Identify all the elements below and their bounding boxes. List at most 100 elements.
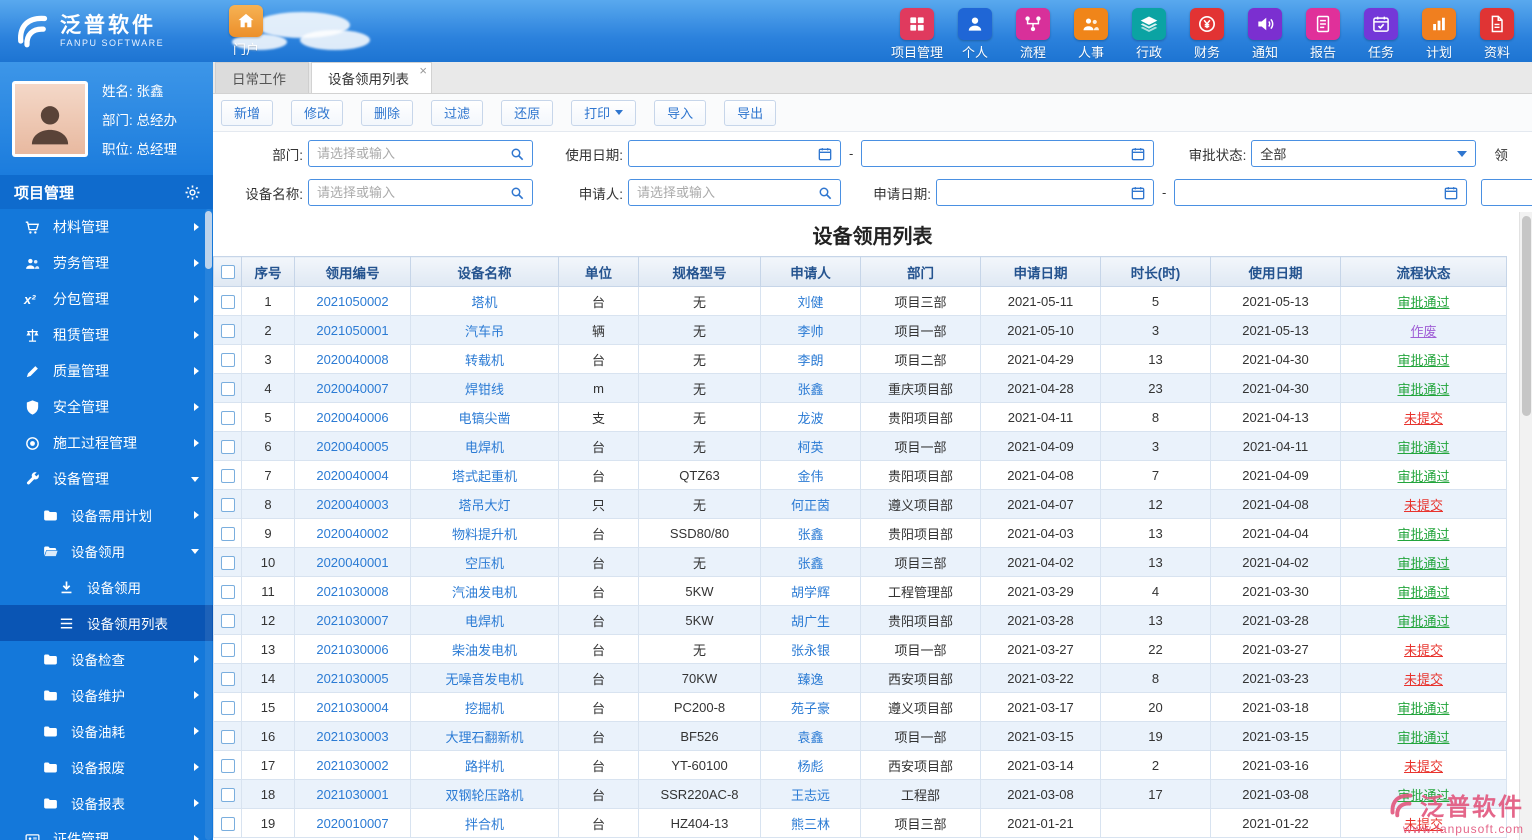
link-applicant[interactable]: 张鑫 xyxy=(797,382,823,397)
applicant-input[interactable] xyxy=(628,179,841,206)
status-badge[interactable]: 审批通过 xyxy=(1397,788,1449,803)
status-badge[interactable]: 未提交 xyxy=(1404,672,1443,687)
status-badge[interactable]: 审批通过 xyxy=(1397,295,1449,310)
portal-nav[interactable]: 门户 xyxy=(223,4,269,58)
link-applicant[interactable]: 熊三林 xyxy=(791,817,830,832)
row-checkbox[interactable] xyxy=(220,410,235,425)
sidebar-item-equip-maint[interactable]: 设备维护 xyxy=(0,677,213,713)
status-badge[interactable]: 审批通过 xyxy=(1397,556,1449,571)
row-checkbox[interactable] xyxy=(220,700,235,715)
select-all-checkbox[interactable] xyxy=(220,265,235,280)
link-applicant[interactable]: 柯英 xyxy=(797,440,823,455)
use-date-end-input[interactable] xyxy=(861,140,1155,167)
sidebar-item-quality[interactable]: 质量管理 xyxy=(0,353,213,389)
link-code[interactable]: 2020040008 xyxy=(316,352,388,367)
status-badge[interactable]: 审批通过 xyxy=(1397,353,1449,368)
link-name[interactable]: 电焊机 xyxy=(465,614,504,629)
link-applicant[interactable]: 张永银 xyxy=(791,643,830,658)
link-applicant[interactable]: 何正茵 xyxy=(791,498,830,513)
link-name[interactable]: 大理石翻新机 xyxy=(445,730,523,745)
status-badge[interactable]: 未提交 xyxy=(1404,411,1443,426)
top-nav-notice[interactable]: 通知 xyxy=(1236,7,1294,61)
row-checkbox[interactable] xyxy=(220,497,235,512)
close-icon[interactable]: × xyxy=(419,64,427,77)
top-nav-hr[interactable]: 人事 xyxy=(1062,7,1120,61)
dept-input[interactable] xyxy=(308,140,533,167)
search-icon[interactable] xyxy=(509,146,525,162)
link-applicant[interactable]: 金伟 xyxy=(797,469,823,484)
sidebar-item-equip-scrap[interactable]: 设备报废 xyxy=(0,749,213,785)
sidebar-item-equip-report[interactable]: 设备报表 xyxy=(0,785,213,821)
vertical-scrollbar[interactable] xyxy=(1519,212,1532,840)
sidebar-item-equip-use-list[interactable]: 设备领用列表 xyxy=(0,605,213,641)
row-checkbox[interactable] xyxy=(220,381,235,396)
link-applicant[interactable]: 张鑫 xyxy=(797,527,823,542)
sidebar-item-equip-fuel[interactable]: 设备油耗 xyxy=(0,713,213,749)
sidebar-item-equip-plan[interactable]: 设备需用计划 xyxy=(0,497,213,533)
top-nav-finance[interactable]: 财务 xyxy=(1178,7,1236,61)
link-applicant[interactable]: 胡广生 xyxy=(791,614,830,629)
link-code[interactable]: 2021030003 xyxy=(316,729,388,744)
device-name-field[interactable] xyxy=(309,180,509,205)
status-badge[interactable]: 审批通过 xyxy=(1397,614,1449,629)
link-code[interactable]: 2021030005 xyxy=(316,671,388,686)
link-code[interactable]: 2021030006 xyxy=(316,642,388,657)
link-name[interactable]: 挖掘机 xyxy=(465,701,504,716)
toolbar-button-新增[interactable]: 新增 xyxy=(221,99,274,126)
toolbar-button-还原[interactable]: 还原 xyxy=(501,99,554,126)
toolbar-button-修改[interactable]: 修改 xyxy=(291,99,344,126)
link-name[interactable]: 塔式起重机 xyxy=(452,469,517,484)
link-name[interactable]: 路拌机 xyxy=(465,759,504,774)
row-checkbox[interactable] xyxy=(220,758,235,773)
link-name[interactable]: 塔机 xyxy=(471,295,497,310)
row-checkbox[interactable] xyxy=(220,584,235,599)
row-checkbox[interactable] xyxy=(220,526,235,541)
row-checkbox[interactable] xyxy=(220,294,235,309)
toolbar-button-打印[interactable]: 打印 xyxy=(571,99,637,126)
sidebar-item-certificate[interactable]: 证件管理 xyxy=(0,821,213,840)
scroll-thumb[interactable] xyxy=(1522,216,1531,416)
link-code[interactable]: 2020040006 xyxy=(316,410,388,425)
apply-date-end-input[interactable] xyxy=(1174,179,1468,206)
sidebar-item-equip-use-entry[interactable]: 设备领用 xyxy=(0,569,213,605)
link-name[interactable]: 电镐尖凿 xyxy=(458,411,510,426)
top-nav-docs[interactable]: 资料 xyxy=(1468,7,1526,61)
status-badge[interactable]: 作废 xyxy=(1410,324,1436,339)
link-code[interactable]: 2020040003 xyxy=(316,497,388,512)
device-name-input[interactable] xyxy=(308,179,533,206)
use-date-end-field[interactable] xyxy=(862,141,1131,166)
toolbar-button-过滤[interactable]: 过滤 xyxy=(431,99,484,126)
tab-日常工作[interactable]: 日常工作 xyxy=(215,62,309,93)
link-applicant[interactable]: 张鑫 xyxy=(797,556,823,571)
status-badge[interactable]: 审批通过 xyxy=(1397,701,1449,716)
link-code[interactable]: 2020040005 xyxy=(316,439,388,454)
row-checkbox[interactable] xyxy=(220,613,235,628)
calendar-icon[interactable] xyxy=(1130,185,1146,201)
sidebar-scrollbar[interactable] xyxy=(205,209,212,840)
link-name[interactable]: 塔吊大灯 xyxy=(458,498,510,513)
sidebar-item-subcontract[interactable]: x² 分包管理 xyxy=(0,281,213,317)
link-name[interactable]: 双钢轮压路机 xyxy=(445,788,523,803)
apply-date-start-field[interactable] xyxy=(937,180,1130,205)
cut-off-input[interactable] xyxy=(1481,179,1532,206)
calendar-icon[interactable] xyxy=(1130,146,1146,162)
gear-icon[interactable] xyxy=(184,184,201,201)
approval-status-select[interactable]: 全部 xyxy=(1251,140,1477,167)
search-icon[interactable] xyxy=(817,185,833,201)
link-code[interactable]: 2020040004 xyxy=(316,468,388,483)
sidebar-item-material[interactable]: 材料管理 xyxy=(0,209,213,245)
top-nav-personal[interactable]: 个人 xyxy=(946,7,1004,61)
use-date-start-field[interactable] xyxy=(629,141,817,166)
link-name[interactable]: 转载机 xyxy=(465,353,504,368)
status-badge[interactable]: 未提交 xyxy=(1404,498,1443,513)
link-name[interactable]: 柴油发电机 xyxy=(452,643,517,658)
link-name[interactable]: 电焊机 xyxy=(465,440,504,455)
link-name[interactable]: 拌合机 xyxy=(465,817,504,832)
status-badge[interactable]: 审批通过 xyxy=(1397,730,1449,745)
use-date-start-input[interactable] xyxy=(628,140,841,167)
link-applicant[interactable]: 李帅 xyxy=(797,324,823,339)
link-applicant[interactable]: 胡学辉 xyxy=(791,585,830,600)
link-code[interactable]: 2021030007 xyxy=(316,613,388,628)
toolbar-button-导出[interactable]: 导出 xyxy=(724,99,777,126)
top-nav-plan[interactable]: 计划 xyxy=(1410,7,1468,61)
